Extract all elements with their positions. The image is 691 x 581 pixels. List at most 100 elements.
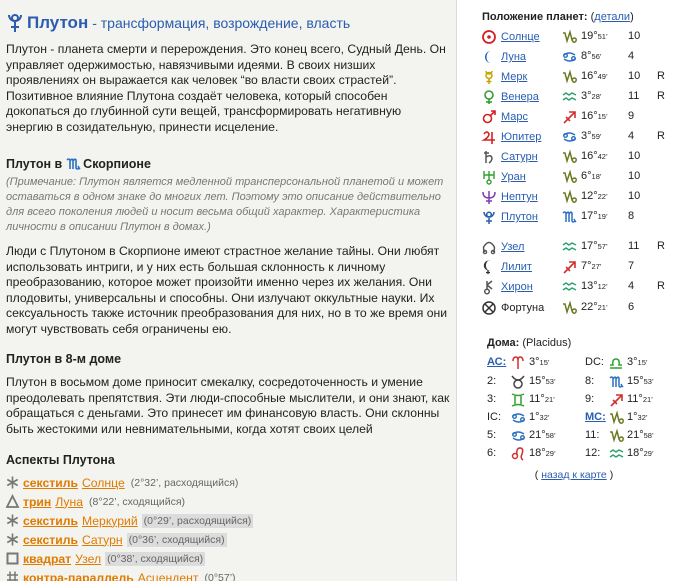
house-position: 21°58’ [627,429,654,441]
house-minutes: 29’ [545,449,556,458]
aspect-object-link[interactable]: Меркурий [82,514,138,528]
aspect-orb: (8°22’, сходящийся) [89,495,186,508]
house-label: IC: [487,411,502,423]
house-minutes: 29’ [643,449,654,458]
house-cusp: 2: 15°53’ [487,374,597,390]
aspect-type-link[interactable]: трин [23,495,51,509]
libra-icon [610,358,622,369]
planet-position: 17°57’ [581,240,608,252]
cancer-icon [512,413,525,423]
back-row: ( назад к карте ) [457,469,691,481]
house-minutes: 32’ [637,413,648,422]
planet-position: 13°12’ [581,280,608,292]
planet-name-link[interactable]: Уран [501,171,526,183]
aspect-object-link[interactable]: Луна [55,495,83,509]
house-position: 18°29’ [529,447,556,459]
planet-name-link[interactable]: Лилит [501,261,532,273]
house-cusp: 5: 21°58’ [487,428,597,444]
aspect-object-link[interactable]: Сатурн [82,533,123,547]
aspect-object-link[interactable]: Солнце [82,476,125,490]
capricorn-icon [563,69,577,84]
planet-position: 17°19’ [581,210,608,222]
planet-retrograde: R [657,70,665,82]
planet-minutes: 15’ [597,112,608,121]
uranus-icon [483,171,495,185]
house-cusp: DC: 3°15’ [585,355,691,371]
scorpio-icon [562,211,577,223]
capricorn-icon [563,29,577,44]
details-paren-close: ) [630,11,634,23]
aspect-type-link[interactable]: секстиль [23,476,78,490]
houses-title-label: Дома: [487,337,520,349]
aspect-type-link[interactable]: квадрат [23,552,71,566]
planet-name-link[interactable]: Солнце [501,31,540,43]
aspect-type-link[interactable]: контра-параллель [23,571,134,581]
planet-minutes: 56’ [591,52,602,61]
planet-retrograde: R [657,90,665,102]
planet-retrograde: R [657,240,665,252]
planet-degrees: 19° [581,30,598,42]
planet-row-lilith: Лилит 7°27’ 7 [482,259,687,277]
sign-note: (Примечание: Плутон является медленной т… [6,176,444,233]
aspect-type-link[interactable]: секстиль [23,514,78,528]
sign-heading: Плутон в Скорпионе [6,157,450,171]
planet-name-link[interactable]: Луна [501,51,526,63]
house-position: 11°21’ [529,393,555,405]
planet-name-link[interactable]: Сатурн [501,151,538,163]
planet-name-link[interactable]: Нептун [501,191,538,203]
planet-name-link[interactable]: Узел [501,241,524,253]
planet-house: 10 [628,190,641,202]
scorpio-icon [609,376,624,388]
planet-name-link[interactable]: Венера [501,91,539,103]
house-degrees: 3° [529,356,540,368]
planet-minutes: 59’ [591,132,602,141]
planet-name-link[interactable]: Плутон [501,211,538,223]
trine-icon [5,493,20,508]
planet-name-link[interactable]: Хирон [501,281,533,293]
house-label: 5: [487,429,497,441]
capricorn-icon [563,149,577,164]
planet-name-link[interactable]: Марс [501,111,528,123]
house-position: 21°58’ [529,429,556,441]
house-label[interactable]: АС: [487,356,506,368]
house-minutes: 32’ [539,413,550,422]
sign-heading-prefix: Плутон в [6,157,63,171]
planet-house: 10 [628,30,641,42]
planet-house: 10 [628,150,641,162]
aspect-object-link[interactable]: Асцендент [138,571,199,581]
house-position: 15°53’ [529,375,556,387]
planet-row-fortune: Фортуна 22°21’ 6 [482,300,687,318]
planet-house: 7 [628,260,635,272]
back-to-chart-link[interactable]: назад к карте [541,469,607,481]
house-cusp: 3: 11°21’ [487,392,597,408]
planet-degrees: 13° [581,280,598,292]
planet-name-link[interactable]: Юпитер [501,131,541,143]
aspect-object-link[interactable]: Узел [75,552,101,566]
capricorn-icon [610,428,624,443]
back-paren-close: ) [609,469,614,481]
house-position: 3°15’ [529,356,550,368]
house-degrees: 1° [529,411,540,423]
house-label: 3: [487,393,497,405]
cancer-icon [563,52,576,62]
planet-position: 22°21’ [581,301,608,313]
house-position: 1°32’ [627,411,648,423]
house-label[interactable]: МС: [585,411,606,423]
aspect-type-link[interactable]: секстиль [23,533,78,547]
house-minutes: 58’ [545,431,556,440]
house-position: 18°29’ [627,447,654,459]
aquarius-icon [609,449,624,458]
planet-row-mars: Марс 16°15’ 9 [482,109,687,127]
house-label: 11: [585,429,600,441]
planet-degrees: 16° [581,110,598,122]
planet-minutes: 18’ [591,172,602,181]
planet-degrees: 7° [581,260,592,272]
house-position: 11°21’ [627,393,653,405]
planet-house: 10 [628,170,641,182]
planet-row-mercury: Мерк 16°49’ 10 R [482,69,687,87]
planet-minutes: 22’ [597,192,608,201]
planet-position: 16°42’ [581,150,608,162]
details-link[interactable]: детали [594,11,630,23]
planet-name-link[interactable]: Мерк [501,71,527,83]
planet-retrograde: R [657,280,665,292]
